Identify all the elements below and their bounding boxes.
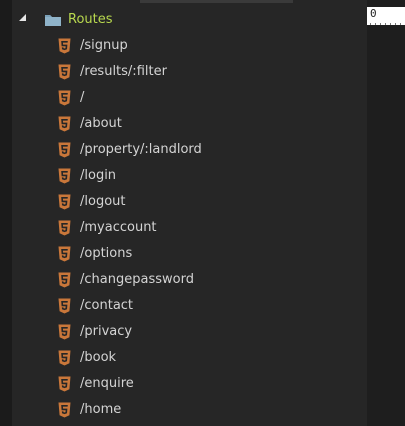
tree-file-label: /logout bbox=[80, 194, 126, 209]
tree-file-label: /contact bbox=[80, 298, 134, 313]
tree-file-label: /myaccount bbox=[80, 220, 157, 235]
editor-area[interactable]: 0 bbox=[367, 0, 405, 426]
html5-icon bbox=[58, 142, 71, 158]
folder-icon bbox=[45, 15, 61, 26]
html5-icon bbox=[58, 272, 71, 288]
tree-file-label: /book bbox=[80, 350, 117, 365]
tree-file-label: /options bbox=[80, 246, 133, 261]
left-gutter bbox=[0, 0, 12, 426]
tree-file-item[interactable]: /privacy bbox=[12, 320, 367, 344]
html5-icon bbox=[58, 90, 71, 106]
html5-icon bbox=[58, 246, 71, 262]
html5-icon bbox=[58, 350, 71, 366]
tree-file-label: /privacy bbox=[80, 324, 133, 339]
html5-icon bbox=[58, 220, 71, 236]
tree-file-item[interactable]: /options bbox=[12, 242, 367, 266]
html5-icon bbox=[58, 402, 71, 418]
tree-file-item[interactable]: / bbox=[12, 86, 367, 110]
tree-file-item[interactable]: /property/:landlord bbox=[12, 138, 367, 162]
tree-file-label: /changepassword bbox=[80, 272, 194, 287]
html5-icon bbox=[58, 38, 71, 54]
tree-file-label: /home bbox=[80, 402, 122, 417]
expand-caret-icon[interactable] bbox=[19, 14, 26, 21]
tree-folder-routes[interactable]: Routes bbox=[12, 8, 367, 32]
tree-file-label: /signup bbox=[80, 38, 128, 53]
tree-file-item[interactable]: /about bbox=[12, 112, 367, 136]
ruler-number: 0 bbox=[370, 7, 377, 20]
html5-icon bbox=[58, 376, 71, 392]
tree-file-label: /about bbox=[80, 116, 122, 131]
tree-file-label: /property/:landlord bbox=[80, 142, 202, 157]
tree-file-label: / bbox=[80, 90, 85, 105]
tree-file-item[interactable]: /home bbox=[12, 398, 367, 422]
html5-icon bbox=[58, 116, 71, 132]
tree-file-item[interactable]: /signup bbox=[12, 34, 367, 58]
tree-file-item[interactable]: /book bbox=[12, 346, 367, 370]
tree-file-item[interactable]: /logout bbox=[12, 190, 367, 214]
tree-file-label: /enquire bbox=[80, 376, 134, 391]
window: Routes /signup/results/:filter / /about/pr… bbox=[0, 0, 405, 426]
panel-top-divider bbox=[140, 0, 293, 3]
html5-icon bbox=[58, 298, 71, 314]
tree-file-item[interactable]: /myaccount bbox=[12, 216, 367, 240]
html5-icon bbox=[58, 194, 71, 210]
ruler-ticks bbox=[367, 20, 405, 25]
tree-file-item[interactable]: /results/:filter bbox=[12, 60, 367, 84]
tree-file-label: /results/:filter bbox=[80, 64, 167, 79]
folder-label: Routes bbox=[68, 12, 113, 27]
html5-icon bbox=[58, 168, 71, 184]
file-tree-panel: Routes /signup/results/:filter / /about/pr… bbox=[12, 0, 367, 426]
tree-file-item[interactable]: /changepassword bbox=[12, 268, 367, 292]
tree-file-item[interactable]: /login bbox=[12, 164, 367, 188]
html5-icon bbox=[58, 64, 71, 80]
tree-file-item[interactable]: /enquire bbox=[12, 372, 367, 396]
tree-file-label: /login bbox=[80, 168, 117, 183]
html5-icon bbox=[58, 324, 71, 340]
column-ruler: 0 bbox=[367, 7, 405, 25]
tree-file-item[interactable]: /contact bbox=[12, 294, 367, 318]
